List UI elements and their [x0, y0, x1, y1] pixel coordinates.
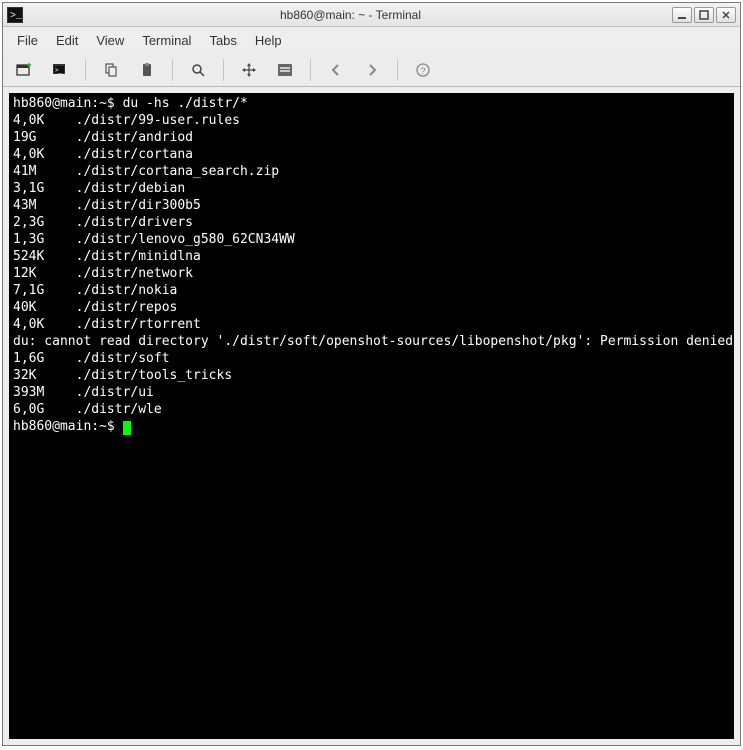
- forward-button[interactable]: [357, 57, 387, 83]
- terminal-line: 1,3G ./distr/lenovo_g580_62CN34WW: [13, 231, 730, 248]
- terminal-line: 12K ./distr/network: [13, 265, 730, 282]
- terminal-output[interactable]: hb860@main:~$ du -hs ./distr/*4,0K ./dis…: [9, 93, 734, 739]
- svg-text:?: ?: [420, 66, 425, 76]
- terminal-line: 524K ./distr/minidlna: [13, 248, 730, 265]
- svg-text:>_: >_: [10, 11, 23, 22]
- terminal-line: du: cannot read directory './distr/soft/…: [13, 333, 730, 350]
- menu-edit[interactable]: Edit: [48, 30, 86, 51]
- terminal-app-icon: >_: [7, 7, 23, 23]
- terminal-line: 2,3G ./distr/drivers: [13, 214, 730, 231]
- menu-file[interactable]: File: [9, 30, 46, 51]
- terminal-cursor: [123, 421, 131, 435]
- paste-button[interactable]: [132, 57, 162, 83]
- preferences-button[interactable]: [270, 57, 300, 83]
- terminal-line: 19G ./distr/andriod: [13, 129, 730, 146]
- toolbar-separator: [223, 59, 224, 81]
- close-button[interactable]: [716, 7, 736, 23]
- menu-view[interactable]: View: [88, 30, 132, 51]
- window-title: hb860@main: ~ - Terminal: [29, 8, 672, 22]
- terminal-line: 41M ./distr/cortana_search.zip: [13, 163, 730, 180]
- terminal-line: 1,6G ./distr/soft: [13, 350, 730, 367]
- terminal-container: hb860@main:~$ du -hs ./distr/*4,0K ./dis…: [3, 87, 740, 745]
- fullscreen-button[interactable]: [234, 57, 264, 83]
- toolbar: >_ ?: [3, 53, 740, 87]
- menubar: File Edit View Terminal Tabs Help: [3, 27, 740, 53]
- terminal-line: 4,0K ./distr/rtorrent: [13, 316, 730, 333]
- menu-help[interactable]: Help: [247, 30, 290, 51]
- terminal-line: 3,1G ./distr/debian: [13, 180, 730, 197]
- minimize-button[interactable]: [672, 7, 692, 23]
- terminal-line: hb860@main:~$: [13, 418, 730, 435]
- terminal-line: 7,1G ./distr/nokia: [13, 282, 730, 299]
- terminal-line: 4,0K ./distr/cortana: [13, 146, 730, 163]
- help-button[interactable]: ?: [408, 57, 438, 83]
- titlebar[interactable]: >_ hb860@main: ~ - Terminal: [3, 3, 740, 27]
- new-tab-button[interactable]: [9, 57, 39, 83]
- terminal-line: 6,0G ./distr/wle: [13, 401, 730, 418]
- back-button[interactable]: [321, 57, 351, 83]
- terminal-line: 43M ./distr/dir300b5: [13, 197, 730, 214]
- menu-terminal[interactable]: Terminal: [134, 30, 199, 51]
- new-window-button[interactable]: >_: [45, 57, 75, 83]
- copy-button[interactable]: [96, 57, 126, 83]
- toolbar-separator: [310, 59, 311, 81]
- terminal-line: 4,0K ./distr/99-user.rules: [13, 112, 730, 129]
- application-window: >_ hb860@main: ~ - Terminal File Edit Vi…: [2, 2, 741, 746]
- toolbar-separator: [85, 59, 86, 81]
- search-button[interactable]: [183, 57, 213, 83]
- svg-text:>_: >_: [55, 68, 63, 74]
- maximize-button[interactable]: [694, 7, 714, 23]
- terminal-line: 393M ./distr/ui: [13, 384, 730, 401]
- menu-tabs[interactable]: Tabs: [201, 30, 244, 51]
- toolbar-separator: [172, 59, 173, 81]
- terminal-line: hb860@main:~$ du -hs ./distr/*: [13, 95, 730, 112]
- window-controls: [672, 7, 736, 23]
- terminal-line: 40K ./distr/repos: [13, 299, 730, 316]
- terminal-line: 32K ./distr/tools_tricks: [13, 367, 730, 384]
- toolbar-separator: [397, 59, 398, 81]
